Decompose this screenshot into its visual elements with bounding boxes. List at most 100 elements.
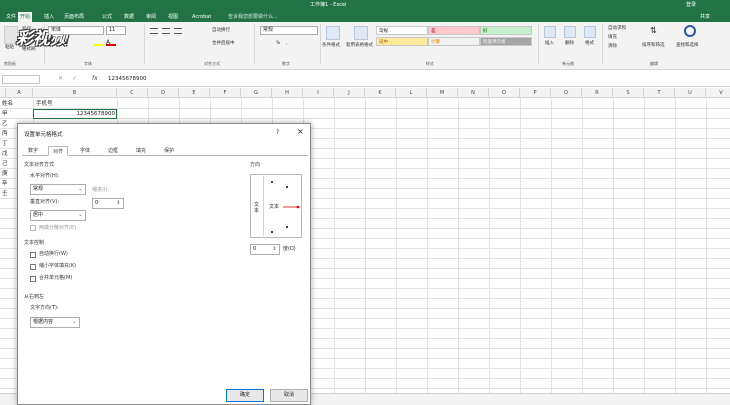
cancel-entry-icon[interactable]: ✕ — [58, 75, 63, 82]
align-middle-icon[interactable] — [162, 28, 170, 34]
account-label[interactable]: 登录 — [686, 1, 696, 8]
cell-a8[interactable]: 庚 — [2, 169, 8, 179]
column-header-t[interactable]: T — [644, 88, 675, 98]
column-header-s[interactable]: S — [613, 88, 644, 98]
column-header-u[interactable]: U — [675, 88, 706, 98]
sort-filter-icon[interactable]: ⇅ — [650, 26, 660, 38]
column-header-d[interactable]: D — [148, 88, 179, 98]
indent-spinner[interactable]: 0 ⇕ — [92, 198, 124, 209]
format-cells-button[interactable]: 格式 — [585, 40, 594, 48]
tab-file[interactable]: 文件 — [4, 12, 18, 22]
column-header-p[interactable]: P — [520, 88, 551, 98]
percent-button[interactable]: % — [276, 40, 280, 48]
paste-button[interactable]: 粘贴 — [5, 44, 14, 52]
tab-formulas[interactable]: 公式 — [100, 12, 114, 22]
cell-a2[interactable]: 甲 — [2, 109, 8, 119]
tab-page-layout[interactable]: 页面布局 — [62, 12, 86, 22]
name-box[interactable] — [2, 75, 40, 84]
format-as-table-button[interactable]: 套用表格格式 — [346, 42, 373, 50]
insert-cells-button[interactable]: 插入 — [545, 40, 554, 48]
merge-center-button[interactable]: 合并后居中 — [212, 40, 235, 48]
format-cells-icon[interactable] — [584, 26, 596, 38]
column-header-i[interactable]: I — [303, 88, 334, 98]
tab-border[interactable]: 边框 — [104, 146, 122, 156]
find-select-icon[interactable] — [684, 25, 696, 37]
align-top-icon[interactable] — [150, 28, 158, 34]
shrink-to-fit-checkbox[interactable] — [30, 264, 36, 270]
degrees-spinner[interactable]: 0 ⇕ — [250, 244, 280, 255]
column-header-j[interactable]: J — [334, 88, 365, 98]
column-header-r[interactable]: R — [582, 88, 613, 98]
column-header-f[interactable]: F — [210, 88, 241, 98]
vertical-text-option[interactable]: 文本 — [252, 176, 264, 236]
horizontal-select[interactable]: 常规 ⌄ — [30, 184, 86, 195]
text-direction-select[interactable]: 根据内容 ⌄ — [30, 317, 80, 328]
cell-a3[interactable]: 乙 — [2, 119, 8, 129]
share-button[interactable]: 共享 — [700, 13, 710, 20]
italic-button[interactable]: I — [56, 38, 57, 46]
column-header-g[interactable]: G — [241, 88, 272, 98]
column-header-l[interactable]: L — [396, 88, 427, 98]
orientation-box[interactable]: 文本 文本 — [250, 174, 302, 238]
tab-number[interactable]: 数字 — [24, 146, 42, 156]
style-normal[interactable]: 常规 — [376, 26, 428, 35]
style-neutral[interactable]: 适中 — [376, 37, 428, 46]
clear-button[interactable]: 清除 — [608, 43, 617, 51]
ok-button[interactable]: 确定 — [226, 389, 264, 402]
cell-a9[interactable]: 辛 — [2, 179, 8, 189]
fill-color-icon[interactable] — [94, 40, 103, 46]
tab-protection[interactable]: 保护 — [160, 146, 178, 156]
style-calculation[interactable]: 计算 — [428, 37, 480, 46]
font-name-select[interactable]: 宋体 — [48, 26, 104, 35]
tab-review[interactable]: 审阅 — [144, 12, 158, 22]
underline-button[interactable]: U — [64, 38, 67, 46]
column-header-a[interactable]: A — [6, 88, 33, 98]
tab-alignment[interactable]: 对齐 — [48, 146, 69, 156]
wrap-text-checkbox[interactable] — [30, 252, 36, 258]
vertical-select[interactable]: 居中 ⌄ — [30, 210, 86, 221]
style-good[interactable]: 好 — [480, 26, 532, 35]
column-header-h[interactable]: H — [272, 88, 303, 98]
cell-a5[interactable]: 丁 — [2, 139, 8, 149]
close-button[interactable]: × — [297, 127, 304, 136]
justify-distributed-checkbox[interactable] — [30, 225, 36, 231]
cell-a6[interactable]: 戊 — [2, 149, 8, 159]
column-header-b[interactable]: B — [33, 88, 117, 98]
conditional-format-icon[interactable] — [326, 26, 340, 40]
tab-data[interactable]: 数据 — [122, 12, 136, 22]
help-button[interactable]: ? — [276, 129, 279, 136]
cell-b2[interactable]: 12345678900 — [36, 109, 116, 119]
autosum-button[interactable]: 自动求和 — [608, 25, 626, 33]
conditional-format-button[interactable]: 条件格式 — [322, 42, 340, 50]
style-check-cell[interactable]: 检查单元格 — [480, 37, 532, 46]
tab-view[interactable]: 视图 — [166, 12, 180, 22]
insert-function-icon[interactable]: fx — [92, 75, 98, 82]
cancel-button[interactable]: 取消 — [270, 389, 308, 402]
align-bottom-icon[interactable] — [174, 28, 182, 34]
tell-me-box[interactable]: 告诉我您想要做什么... — [228, 13, 278, 20]
cell-a1[interactable]: 姓名 — [2, 99, 13, 109]
format-as-table-icon[interactable] — [354, 26, 368, 40]
comma-button[interactable]: , — [286, 40, 287, 48]
column-header-m[interactable]: M — [427, 88, 458, 98]
font-color-icon[interactable]: A — [106, 40, 116, 46]
tab-acrobat[interactable]: Acrobat — [190, 12, 213, 22]
insert-cells-icon[interactable] — [544, 26, 556, 38]
fill-button[interactable]: 填充 — [608, 34, 617, 42]
merge-cells-checkbox[interactable] — [30, 276, 36, 282]
tab-fill[interactable]: 填充 — [132, 146, 150, 156]
column-header-n[interactable]: N — [458, 88, 489, 98]
delete-cells-icon[interactable] — [564, 26, 576, 38]
column-header-c[interactable]: C — [117, 88, 148, 98]
column-header-e[interactable]: E — [179, 88, 210, 98]
formula-input[interactable]: 12345678900 — [104, 75, 724, 84]
find-select-button[interactable]: 查找和选择 — [676, 42, 699, 50]
style-bad[interactable]: 差 — [428, 26, 480, 35]
tab-home[interactable]: 开始 — [18, 12, 33, 22]
number-format-select[interactable]: 常规 — [260, 26, 318, 35]
wrap-text-button[interactable]: 自动换行 — [212, 27, 230, 35]
column-header-q[interactable]: Q — [551, 88, 582, 98]
cell-a10[interactable]: 壬 — [2, 189, 8, 199]
column-header-o[interactable]: O — [489, 88, 520, 98]
confirm-entry-icon[interactable]: ✓ — [72, 75, 77, 82]
